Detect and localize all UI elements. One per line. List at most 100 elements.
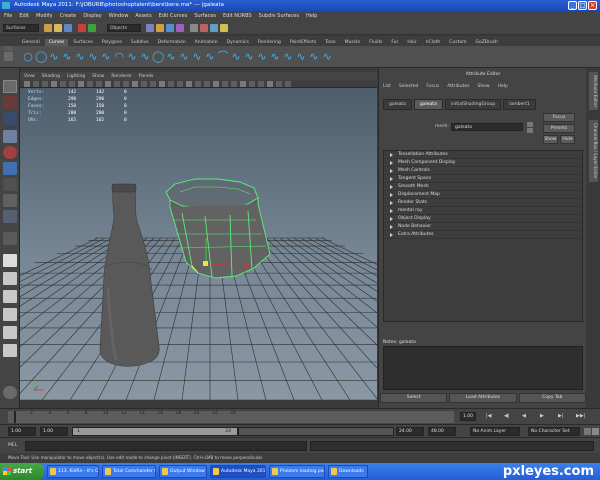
rotate-tool-icon[interactable] xyxy=(3,146,17,159)
menu-surfaces[interactable]: Surfaces xyxy=(194,13,216,19)
playback-button[interactable]: ▶ xyxy=(540,413,544,419)
taskbar-item[interactable]: Downloads xyxy=(328,465,368,478)
curve-tool-icon[interactable]: ◠ xyxy=(113,50,125,63)
lasso-tool-icon[interactable] xyxy=(3,96,17,109)
panel-tool-icon[interactable] xyxy=(105,81,111,87)
panel-tool-icon[interactable] xyxy=(249,81,255,87)
panel-tool-icon[interactable] xyxy=(123,81,129,87)
show-button[interactable]: Show xyxy=(543,135,558,144)
attr-menu-focus[interactable]: Focus xyxy=(426,84,439,89)
ipr-render-icon[interactable] xyxy=(210,24,218,32)
panel-tool-icon[interactable] xyxy=(114,81,120,87)
tab-general[interactable]: General xyxy=(18,39,44,46)
attr-section-mesh-controls[interactable]: Mesh Controls xyxy=(384,167,582,175)
mask-icon[interactable] xyxy=(146,24,154,32)
attr-tab-lambert1[interactable]: lambert1 xyxy=(503,99,536,110)
select-tool-icon[interactable] xyxy=(3,80,17,93)
range-track[interactable] xyxy=(238,427,394,436)
curve-tool-icon[interactable]: ∿ xyxy=(230,50,242,63)
tab-fluids[interactable]: Fluids xyxy=(365,39,386,46)
menu-file[interactable]: File xyxy=(4,13,12,19)
curve-tool-icon[interactable]: ∿ xyxy=(126,50,138,63)
attr-menu-attributes[interactable]: Attributes xyxy=(447,84,469,89)
perspective-viewport[interactable]: Verts: 142 142 0 Edges: 290 290 0 Faces: 150 150 0 T… xyxy=(20,88,377,400)
side-tab-channel-box[interactable]: Channel Box / Layer Editor xyxy=(589,120,598,182)
goto-output-icon[interactable] xyxy=(527,128,533,133)
snap-curve-icon[interactable] xyxy=(166,24,174,32)
move-tool-icon[interactable] xyxy=(3,130,17,143)
history-icon[interactable] xyxy=(190,24,198,32)
panel-tool-icon[interactable] xyxy=(150,81,156,87)
curve-tool-icon[interactable]: ◯ xyxy=(152,50,164,63)
attr-section-extra-attributes[interactable]: Extra Attributes xyxy=(384,231,582,239)
preferences-icon[interactable] xyxy=(592,428,599,435)
menu-set-selector[interactable]: Surfaces xyxy=(3,24,39,32)
mel-input[interactable] xyxy=(25,441,307,451)
hypershade-layout-icon[interactable] xyxy=(3,344,17,357)
tab-subdivs[interactable]: Subdivs xyxy=(127,39,153,46)
panel-tool-icon[interactable] xyxy=(141,81,147,87)
tab-muscle[interactable]: Muscle xyxy=(341,39,365,46)
load-attributes-button[interactable]: Load Attributes xyxy=(449,393,517,403)
side-tab-attribute-editor[interactable]: Attribute Editor xyxy=(589,72,598,111)
maximize-button[interactable]: □ xyxy=(578,1,587,10)
mesh-name-field[interactable]: galeata xyxy=(451,123,523,131)
range-knob-start[interactable]: 1 xyxy=(77,428,80,435)
menu-assets[interactable]: Assets xyxy=(135,13,151,19)
viewport-menu-view[interactable]: View xyxy=(24,74,35,79)
last-tool-icon[interactable] xyxy=(3,232,17,245)
menu-create[interactable]: Create xyxy=(60,13,77,19)
playback-button[interactable]: ◀| xyxy=(504,413,510,419)
outliner-icon[interactable] xyxy=(3,386,17,399)
tab-fur[interactable]: Fur xyxy=(387,39,402,46)
attr-menu-selected[interactable]: Selected xyxy=(399,84,419,89)
panel-tool-icon[interactable] xyxy=(168,81,174,87)
curve-tool-icon[interactable]: ◯ xyxy=(35,50,47,63)
tab-surfaces[interactable]: Surfaces xyxy=(69,39,97,46)
curve-tool-icon[interactable]: ∿ xyxy=(243,50,255,63)
tab-painteffects[interactable]: PaintEffects xyxy=(286,39,320,46)
curve-tool-icon[interactable]: ∿ xyxy=(308,50,320,63)
panel-tool-icon[interactable] xyxy=(276,81,282,87)
attr-tab-initialshadinggroup[interactable]: initialShadingGroup xyxy=(444,99,502,110)
curve-tool-icon[interactable]: ∿ xyxy=(282,50,294,63)
panel-tool-icon[interactable] xyxy=(231,81,237,87)
panel-tool-icon[interactable] xyxy=(285,81,291,87)
viewport-menu-shading[interactable]: Shading xyxy=(42,74,60,79)
anim-layer-selector[interactable]: No Anim Layer xyxy=(470,427,520,436)
current-time-marker[interactable] xyxy=(14,411,16,423)
shelf-options-icon[interactable] xyxy=(4,46,13,51)
curve-tool-icon[interactable]: ∿ xyxy=(48,50,60,63)
focus-button[interactable]: Focus xyxy=(543,113,575,122)
render-icon[interactable] xyxy=(200,24,208,32)
attr-section-smooth-mesh[interactable]: Smooth Mesh xyxy=(384,183,582,191)
curve-tool-icon[interactable]: ∿ xyxy=(269,50,281,63)
menu-window[interactable]: Window xyxy=(109,13,129,19)
copy-tab-button[interactable]: Copy Tab xyxy=(518,393,586,403)
viewport-menu-renderer[interactable]: Renderer xyxy=(111,74,132,79)
panel-tool-icon[interactable] xyxy=(195,81,201,87)
panel-tool-icon[interactable] xyxy=(222,81,228,87)
four-pane-layout-icon[interactable] xyxy=(3,272,17,285)
start-button[interactable]: start xyxy=(0,463,44,480)
soft-mod-icon[interactable] xyxy=(3,194,17,207)
panel-tool-icon[interactable] xyxy=(42,81,48,87)
playback-button[interactable]: |◀ xyxy=(486,413,492,419)
attr-menu-list[interactable]: List xyxy=(383,84,391,89)
taskbar-item[interactable]: Autodesk Maya 2011... xyxy=(210,465,266,478)
notes-field[interactable] xyxy=(383,346,583,390)
render-settings-icon[interactable] xyxy=(220,24,228,32)
attr-section-mental-ray[interactable]: mental ray xyxy=(384,207,582,215)
title-bar[interactable]: Autodesk Maya 2011: F:\JOBURB\photoshopt… xyxy=(0,0,600,11)
open-scene-icon[interactable] xyxy=(54,24,62,32)
tab-deformation[interactable]: Deformation xyxy=(154,39,190,46)
panel-tool-icon[interactable] xyxy=(24,81,30,87)
range-bar[interactable]: 1 24 xyxy=(72,427,238,436)
attr-section-render-stats[interactable]: Render Stats xyxy=(384,199,582,207)
attr-section-displacement-map[interactable]: Displacement Map xyxy=(384,191,582,199)
attr-tab-galeata[interactable]: galeata xyxy=(413,99,443,110)
single-pane-layout-icon[interactable] xyxy=(3,254,17,267)
curve-tool-icon[interactable]: ∿ xyxy=(321,50,333,63)
panel-tool-icon[interactable] xyxy=(186,81,192,87)
outliner-layout-icon[interactable] xyxy=(3,308,17,321)
